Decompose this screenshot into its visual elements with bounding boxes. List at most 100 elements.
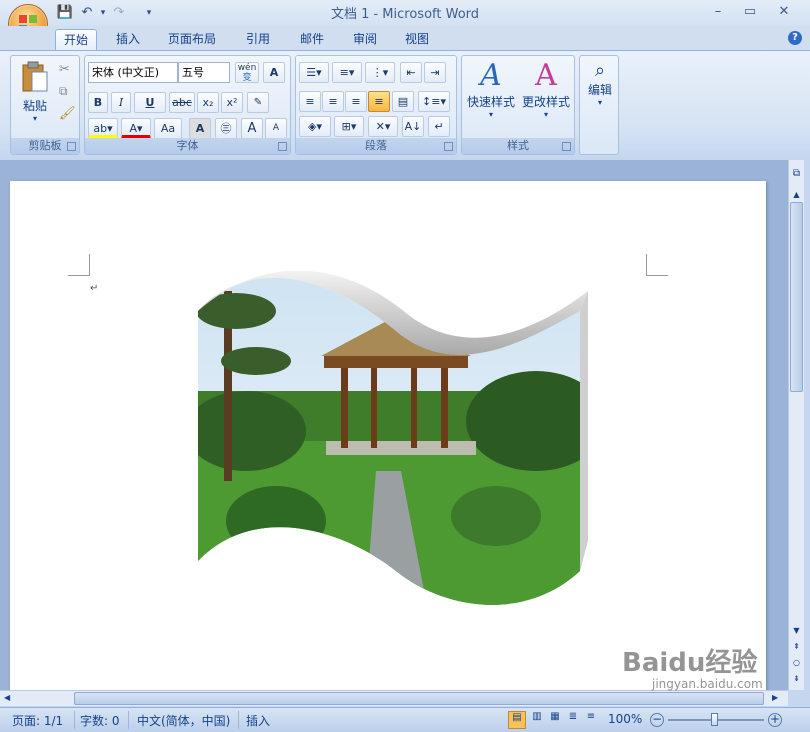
print-layout-icon[interactable]: ▤	[508, 711, 526, 729]
edit-button[interactable]: ⌕ 编辑 ▾	[582, 60, 618, 130]
edit-group: ⌕ 编辑 ▾	[579, 55, 619, 155]
sort-icon[interactable]: A↓	[402, 116, 424, 137]
align-left-icon[interactable]: ≡	[299, 91, 321, 112]
font-group-label: 字体	[85, 138, 290, 154]
zoom-slider-thumb[interactable]	[711, 713, 718, 726]
change-case-button[interactable]: Aa	[154, 118, 182, 139]
shrink-font-button[interactable]: A	[265, 118, 287, 139]
font-size-select[interactable]: 五号	[178, 62, 230, 83]
highlight-button[interactable]: ab▾	[88, 118, 118, 139]
chinese-layout-icon[interactable]: ✕▾	[368, 116, 398, 137]
char-shading-button[interactable]: A	[189, 118, 211, 139]
borders-icon[interactable]: ⊞▾	[334, 116, 364, 137]
italic-button[interactable]: I	[111, 92, 131, 113]
tab-review[interactable]: 审阅	[345, 29, 385, 50]
horizontal-scroll-thumb[interactable]	[74, 692, 764, 705]
draft-icon[interactable]: ≡	[582, 711, 600, 729]
maximize-button[interactable]: ▭	[738, 2, 762, 22]
scroll-up-icon[interactable]: ▲	[789, 190, 804, 199]
vertical-scroll-thumb[interactable]	[790, 202, 803, 392]
clipboard-launcher-icon[interactable]	[67, 142, 76, 151]
paste-button[interactable]: 粘贴 ▾	[15, 60, 55, 132]
zoom-in-icon[interactable]: +	[768, 713, 782, 727]
increase-indent-icon[interactable]: ⇥	[424, 62, 446, 83]
styles-group: A 快速样式 ▾ A 更改样式 ▾ 样式	[461, 55, 575, 155]
font-group: 宋体 (中文正) 五号 wén 变 A B I U abc x₂ x² ✎ ab▾…	[84, 55, 291, 155]
language-status[interactable]: 中文(简体，中国)	[137, 712, 230, 729]
web-layout-icon[interactable]: ▦	[546, 711, 564, 729]
word-count[interactable]: 字数: 0	[80, 712, 120, 729]
underline-button[interactable]: U	[134, 92, 166, 113]
customize-qat-icon[interactable]: ▾	[140, 4, 158, 22]
shading-icon[interactable]: ◈▾	[299, 116, 331, 137]
change-styles-dropdown-icon: ▾	[543, 110, 548, 119]
copy-icon[interactable]: ⧉	[59, 84, 68, 99]
cut-icon[interactable]: ✂	[59, 62, 70, 77]
vertical-scrollbar[interactable]: ⧉ ▲ ▼ ⇞ ○ ⇟	[788, 160, 804, 690]
close-button[interactable]: ✕	[772, 2, 796, 22]
prev-page-icon[interactable]: ⇞	[789, 642, 804, 651]
scroll-left-icon[interactable]: ◀	[4, 693, 10, 702]
show-marks-icon[interactable]: ↵	[428, 116, 450, 137]
char-border-button[interactable]: A	[263, 62, 285, 83]
scroll-down-icon[interactable]: ▼	[789, 626, 804, 635]
bullets-icon[interactable]: ☰▾	[299, 62, 329, 83]
next-page-icon[interactable]: ⇟	[789, 674, 804, 683]
align-center-icon[interactable]: ≡	[322, 91, 344, 112]
styles-group-label: 样式	[462, 138, 574, 154]
justify-icon[interactable]: ≡	[368, 91, 390, 112]
status-bar: 页面: 1/1 字数: 0 中文(简体，中国) 插入 ▤ ▥ ▦ ≣ ≡ 100…	[0, 707, 810, 732]
superscript-button[interactable]: x²	[221, 92, 243, 113]
page-count[interactable]: 页面: 1/1	[12, 712, 63, 729]
align-right-icon[interactable]: ≡	[345, 91, 367, 112]
outline-icon[interactable]: ≣	[564, 711, 582, 729]
strikethrough-button[interactable]: abc	[169, 92, 195, 113]
tab-home[interactable]: 开始	[55, 29, 98, 50]
tab-view[interactable]: 视图	[397, 29, 437, 50]
decrease-indent-icon[interactable]: ⇤	[400, 62, 422, 83]
line-spacing-icon[interactable]: ↕≡▾	[418, 91, 450, 112]
distribute-icon[interactable]: ▤	[392, 91, 414, 112]
wave-picture[interactable]	[196, 271, 596, 611]
zoom-level[interactable]: 100%	[608, 712, 642, 726]
format-painter-icon[interactable]: 🖌	[59, 106, 76, 121]
grow-font-button[interactable]: A	[241, 118, 263, 139]
paragraph-launcher-icon[interactable]	[444, 142, 453, 151]
clear-format-icon[interactable]: ✎	[247, 92, 269, 113]
browse-object-icon[interactable]: ○	[789, 658, 804, 667]
phonetic-guide-button[interactable]: wén 变	[235, 62, 259, 83]
zoom-out-icon[interactable]: −	[650, 713, 664, 727]
save-icon[interactable]: 💾	[56, 4, 74, 22]
change-styles-button[interactable]: A 更改样式 ▾	[518, 58, 574, 134]
enclose-char-icon[interactable]: ㊂	[215, 118, 237, 139]
status-divider	[74, 711, 75, 729]
insert-mode[interactable]: 插入	[246, 712, 270, 729]
change-styles-label: 更改样式	[521, 95, 570, 109]
paste-label: 粘贴	[22, 99, 47, 113]
ribbon: 粘贴 ▾ ✂ ⧉ 🖌 剪贴板 宋体 (中文正) 五号 wén 变 A B I U …	[0, 50, 810, 160]
ruler-toggle-icon[interactable]: ⧉	[790, 168, 803, 182]
bold-button[interactable]: B	[88, 92, 108, 113]
horizontal-scrollbar[interactable]: ◀ ▶	[0, 690, 788, 706]
tab-page-layout[interactable]: 页面布局	[160, 29, 224, 50]
multilevel-list-icon[interactable]: ⋮▾	[365, 62, 395, 83]
scroll-right-icon[interactable]: ▶	[772, 693, 778, 702]
font-color-button[interactable]: A▾	[121, 118, 151, 139]
redo-icon[interactable]: ↷	[110, 4, 128, 22]
change-styles-icon: A	[535, 58, 557, 93]
styles-launcher-icon[interactable]	[562, 142, 571, 151]
font-launcher-icon[interactable]	[278, 142, 287, 151]
clipboard-group: 粘贴 ▾ ✂ ⧉ 🖌 剪贴板	[10, 55, 80, 155]
document-page[interactable]: ↵	[10, 181, 766, 691]
full-screen-reading-icon[interactable]: ▥	[528, 711, 546, 729]
paste-icon	[22, 61, 48, 92]
minimize-button[interactable]: –	[706, 2, 730, 22]
tab-mailings[interactable]: 邮件	[292, 29, 332, 50]
help-icon[interactable]: ?	[788, 31, 802, 45]
tab-references[interactable]: 引用	[238, 29, 278, 50]
tab-insert[interactable]: 插入	[108, 29, 148, 50]
font-name-select[interactable]: 宋体 (中文正)	[88, 62, 178, 83]
numbering-icon[interactable]: ≡▾	[332, 62, 362, 83]
subscript-button[interactable]: x₂	[197, 92, 219, 113]
quick-styles-button[interactable]: A 快速样式 ▾	[464, 58, 518, 134]
